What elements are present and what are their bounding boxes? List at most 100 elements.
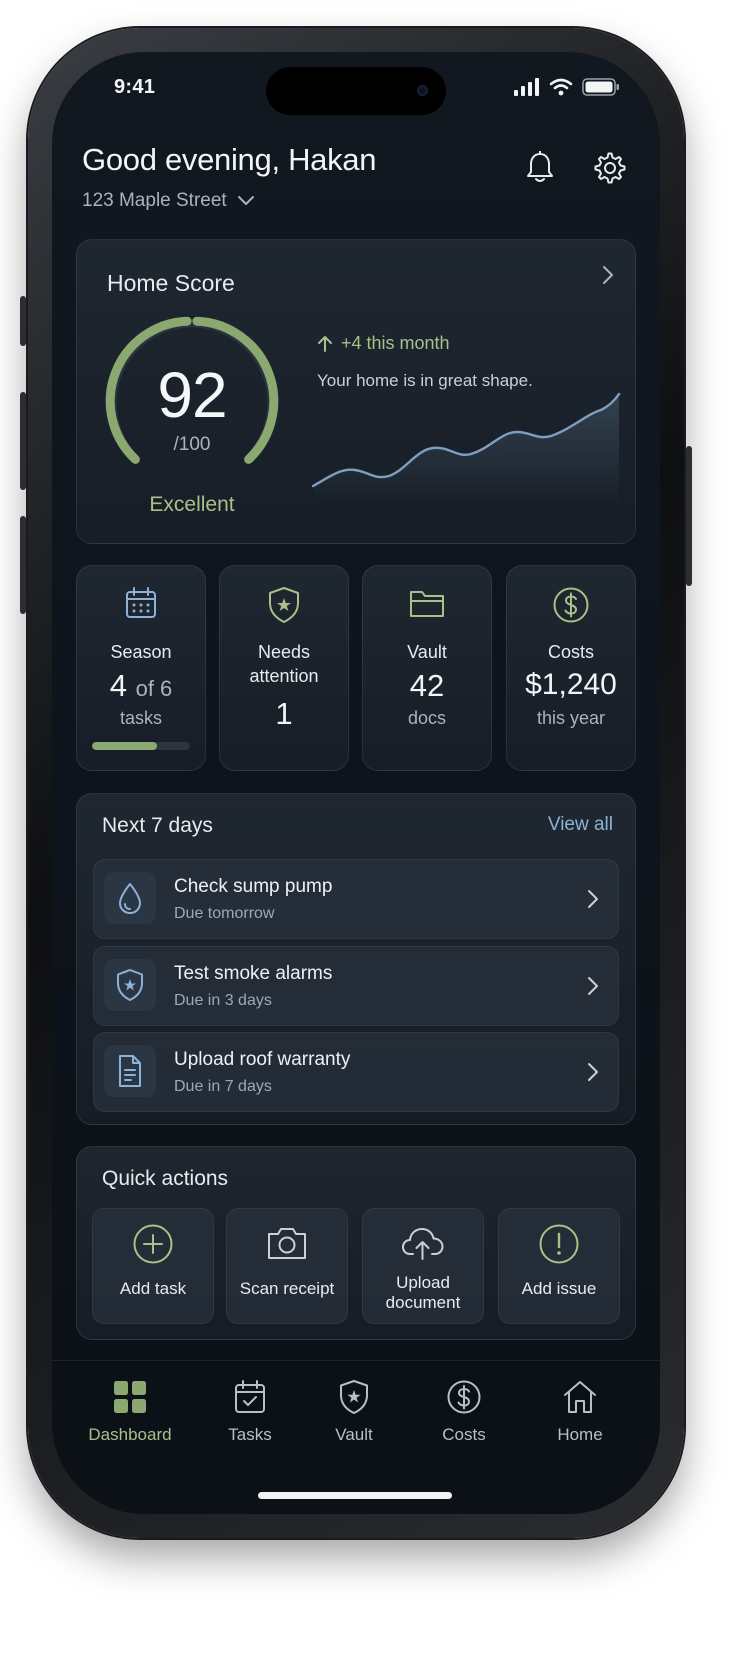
tab-label: Costs [442, 1425, 486, 1444]
wifi-icon [549, 78, 573, 96]
season-card[interactable]: Season 4 of 6 tasks [76, 565, 206, 771]
task-row-smoke-alarms[interactable]: Test smoke alarms Due in 3 days [93, 946, 619, 1026]
home-score-value: 92 [157, 359, 227, 431]
needs-attention-title: Needs attention [220, 640, 348, 688]
costs-title: Costs [547, 642, 594, 662]
tab-label: Home [557, 1425, 603, 1444]
costs-card[interactable]: Costs $1,240 this year [506, 565, 636, 771]
costs-value: $1,240 [525, 668, 617, 701]
add-issue-label: Add issue [521, 1279, 597, 1298]
cloud-upload-icon [402, 1228, 444, 1260]
volume-up-button [20, 392, 26, 490]
tab-dashboard[interactable]: Dashboard [80, 1377, 180, 1445]
vault-icon [340, 1380, 368, 1414]
upload-document-label: Upload document [363, 1273, 483, 1313]
season-total: of 6 [135, 676, 173, 701]
upload-document-label-line1: Upload [396, 1273, 450, 1292]
season-title: Season [110, 642, 172, 662]
power-button [686, 446, 692, 586]
tab-tasks[interactable]: Tasks [200, 1377, 300, 1445]
task-icon [104, 1045, 156, 1097]
chevron-down-icon [237, 196, 254, 205]
tab-costs[interactable]: Costs [414, 1377, 514, 1445]
quick-actions-card: Quick actions Add task Scan receipt Uplo… [76, 1146, 636, 1340]
home-indicator[interactable] [258, 1492, 452, 1499]
needs-attention-value: 1 [275, 696, 293, 731]
chevron-right-icon [588, 977, 598, 995]
dashboard-icon [114, 1381, 146, 1413]
settings-button[interactable] [590, 148, 630, 188]
task-row-sump-pump[interactable]: Check sump pump Due tomorrow [93, 859, 619, 939]
bottom-tab-bar: Dashboard Tasks Vault Costs Home [52, 1360, 660, 1514]
tab-label: Dashboard [88, 1425, 172, 1444]
task-due: Due tomorrow [174, 905, 275, 922]
greeting-title: Good evening, Hakan [82, 142, 377, 177]
camera-icon [268, 1228, 306, 1259]
app-screen: 9:41 Good evening, Hakan 123 Maple Stree… [52, 52, 660, 1514]
dollar-circle-icon [553, 587, 589, 623]
costs-unit: this year [536, 708, 606, 728]
season-count: 4 [109, 668, 127, 703]
score-trend-text: +4 this month [341, 333, 450, 353]
notifications-button[interactable] [520, 148, 560, 188]
scan-receipt-label: Scan receipt [239, 1279, 335, 1298]
document-icon [119, 1055, 141, 1087]
next-7-days-card: Next 7 days View all Check sump pump Due… [76, 793, 636, 1125]
shield-icon [117, 969, 143, 1001]
signal-icon [514, 78, 539, 96]
vault-unit: docs [407, 708, 447, 728]
vault-title: Vault [407, 642, 447, 662]
needs-attention-title-line2: attention [249, 666, 319, 686]
season-progress-bar [92, 742, 190, 750]
chevron-right-icon [588, 1063, 598, 1081]
task-due: Due in 7 days [174, 1078, 272, 1095]
tab-label: Vault [335, 1425, 373, 1444]
volume-down-button [20, 516, 26, 614]
status-icons [514, 78, 620, 96]
next-7-days-title: Next 7 days [102, 814, 213, 837]
vault-value: 42 [409, 668, 445, 703]
tab-label: Tasks [228, 1425, 272, 1444]
scan-receipt-button[interactable]: Scan receipt [226, 1208, 348, 1324]
calendar-icon [126, 587, 156, 618]
dynamic-island [266, 67, 446, 115]
home-score-open[interactable] [601, 264, 615, 291]
home-score-card[interactable]: Home Score 92 /100 Excellent +4 this mon… [76, 239, 636, 544]
needs-attention-title-line1: Needs [257, 642, 311, 662]
home-score-max: /100 [173, 434, 211, 455]
tasks-icon [235, 1380, 265, 1413]
upload-document-button[interactable]: Upload document [362, 1208, 484, 1324]
score-message: Your home is in great shape. [317, 371, 533, 390]
add-task-button[interactable]: Add task [92, 1208, 214, 1324]
add-issue-button[interactable]: Add issue [498, 1208, 620, 1324]
gear-icon [594, 152, 626, 184]
task-icon [104, 959, 156, 1011]
home-score-rating: Excellent [149, 493, 235, 516]
tab-vault[interactable]: Vault [304, 1377, 404, 1445]
vault-card[interactable]: Vault 42 docs [362, 565, 492, 771]
score-trend: +4 this month [317, 333, 450, 354]
costs-icon [447, 1380, 481, 1414]
shield-icon [269, 587, 299, 623]
water-drop-icon [119, 883, 141, 914]
tab-home[interactable]: Home [530, 1377, 630, 1445]
plus-circle-icon [133, 1224, 173, 1264]
task-title: Upload roof warranty [174, 1049, 351, 1070]
task-icon [104, 872, 156, 924]
home-score-title: Home Score [107, 270, 235, 296]
task-row-roof-warranty[interactable]: Upload roof warranty Due in 7 days [93, 1032, 619, 1112]
bell-icon [527, 151, 553, 182]
season-unit: tasks [119, 708, 162, 728]
address-label: 123 Maple Street [82, 190, 227, 211]
address-selector[interactable]: 123 Maple Street [82, 190, 255, 212]
chevron-right-icon [603, 266, 613, 284]
task-title: Test smoke alarms [174, 963, 333, 984]
alert-circle-icon [539, 1224, 579, 1264]
home-icon [564, 1381, 596, 1413]
battery-icon [582, 78, 619, 96]
status-time: 9:41 [114, 76, 156, 98]
quick-actions-title: Quick actions [102, 1167, 229, 1190]
task-due: Due in 3 days [174, 992, 272, 1009]
view-all-link[interactable]: View all [548, 814, 613, 836]
needs-attention-card[interactable]: Needs attention 1 [219, 565, 349, 771]
